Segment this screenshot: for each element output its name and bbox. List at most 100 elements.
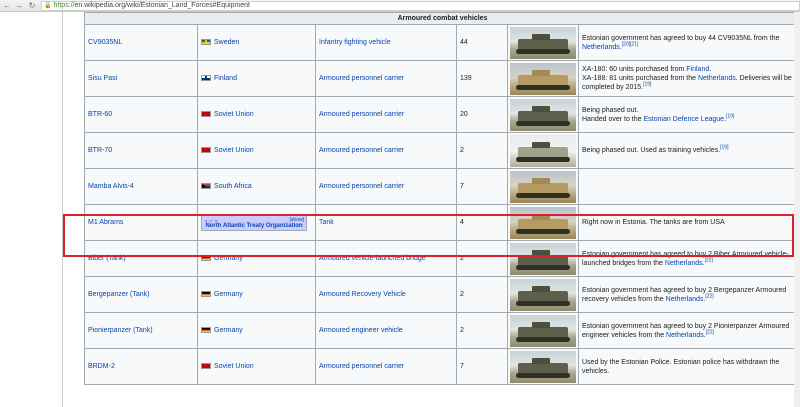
vehicle-type-link[interactable]: Armoured engineer vehicle	[319, 327, 403, 334]
vehicle-name-cell: Pionierpanzer (Tank)	[84, 312, 198, 349]
armoured-vehicles-table: Armoured combat vehicles CV9035NL Sweden I…	[83, 12, 800, 385]
vehicle-type-link[interactable]: Armoured Recovery Vehicle	[319, 291, 406, 298]
vehicle-thumbnail[interactable]	[510, 314, 576, 347]
navbox-title[interactable]: North Atlantic Treaty Organization	[202, 222, 306, 231]
reference-link[interactable]: [22]	[706, 329, 714, 335]
vehicle-name-link[interactable]: M1 Abrams	[88, 219, 123, 226]
reference-link[interactable]: [19]	[726, 113, 734, 119]
origin-country-link[interactable]: Finland	[214, 75, 237, 82]
vehicle-name-cell: CV9035NL	[84, 24, 198, 61]
origin-country-link[interactable]: South Africa	[214, 183, 252, 190]
vehicle-thumbnail[interactable]	[510, 242, 576, 275]
vehicle-type-link[interactable]: Armoured personnel carrier	[319, 183, 404, 190]
note-link[interactable]: Netherlands	[666, 296, 704, 303]
back-arrow-icon[interactable]: ←	[2, 1, 12, 11]
vehicle-thumbnail[interactable]	[510, 350, 576, 383]
note-link[interactable]: Netherlands	[666, 332, 704, 339]
note-line: Being phased out. Used as training vehic…	[582, 145, 797, 155]
origin-country-link[interactable]: Germany	[214, 255, 243, 262]
note-link[interactable]: Netherlands	[665, 260, 703, 267]
vehicle-type-link[interactable]: Armoured vehicle-launched bridge	[319, 255, 426, 262]
notes-cell: Estonian government has agreed to buy 2 …	[577, 276, 800, 313]
vehicle-name-cell: Bergepanzer (Tank)	[84, 276, 198, 313]
vehicle-name-link[interactable]: Biber (Tank)	[88, 255, 126, 262]
vehicle-type-link[interactable]: Armoured personnel carrier	[319, 147, 404, 154]
notes-cell: Estonian government has agreed to buy 44…	[577, 24, 800, 61]
vehicle-name-link[interactable]: BTR-60	[88, 111, 112, 118]
notes-cell: Estonian government has agreed to buy 2 …	[577, 240, 800, 277]
vehicle-type-link[interactable]: Infantry fighting vehicle	[319, 39, 391, 46]
vehicle-name-cell: M1 Abrams	[84, 204, 198, 241]
vehicle-thumbnail[interactable]	[510, 278, 576, 311]
de-flag-icon	[201, 255, 211, 261]
vehicle-name-link[interactable]: BRDM-2	[88, 363, 115, 370]
vehicle-silhouette	[516, 141, 570, 162]
reload-icon[interactable]: ↻	[27, 1, 37, 11]
note-line: Estonian government has agreed to buy 2 …	[582, 250, 797, 268]
note-link[interactable]: Estonian Defence League	[644, 116, 725, 123]
origin-country-link[interactable]: Soviet Union	[214, 363, 254, 370]
vehicle-image-cell	[507, 96, 579, 133]
vehicle-image-cell	[507, 168, 579, 205]
reference-link[interactable]: [19]	[643, 82, 651, 88]
origin-country-link[interactable]: Soviet Union	[214, 147, 254, 154]
notes-cell: Right now in Estonia. The tanks are from…	[577, 204, 800, 241]
reference-link[interactable]: [22]	[705, 257, 713, 263]
vehicle-image-cell	[507, 312, 579, 349]
vehicle-type-link[interactable]: Armoured personnel carrier	[319, 111, 404, 118]
table-row: BRDM-2 Soviet Union Armoured personnel car…	[84, 348, 800, 385]
quantity-cell: 44	[456, 24, 508, 61]
quantity-value: 2	[460, 255, 464, 262]
vehicle-name-link[interactable]: Mamba Alvis-4	[88, 183, 134, 190]
vehicle-thumbnail[interactable]	[510, 26, 576, 59]
reference-link[interactable]: [19]	[720, 145, 728, 151]
origin-country-link[interactable]: Germany	[214, 291, 243, 298]
vehicle-name-link[interactable]: Pionierpanzer (Tank)	[88, 327, 153, 334]
note-line: Estonian government has agreed to buy 2 …	[582, 286, 797, 304]
quantity-cell: 4	[456, 204, 508, 241]
notes-cell: Used by the Estonian Police. Estonian po…	[577, 348, 800, 385]
vehicle-thumbnail[interactable]	[510, 62, 576, 95]
vehicle-type-cell: Tank	[315, 204, 457, 241]
vehicle-image-cell	[507, 276, 579, 313]
reference-link[interactable]: [22]	[705, 293, 713, 299]
vehicle-type-link[interactable]: Tank	[319, 219, 334, 226]
quantity-cell: 20	[456, 96, 508, 133]
vehicle-name-link[interactable]: CV9035NL	[88, 39, 122, 46]
vehicle-type-link[interactable]: Armoured personnel carrier	[319, 75, 404, 82]
note-text: Used by the Estonian Police. Estonian po…	[582, 358, 780, 375]
url-path: en.wikipedia.org/wiki/Estonian_Land_Forc…	[74, 2, 251, 9]
quantity-value: 2	[460, 327, 464, 334]
note-link[interactable]: Netherlands	[698, 75, 736, 82]
quantity-cell: 2	[456, 276, 508, 313]
note-text: XA-180: 60 units purchased from	[582, 66, 687, 73]
nato-navbox[interactable]: v · t · e [show] North Atlantic Treaty Org…	[201, 214, 307, 231]
reference-link[interactable]: [20][21]	[622, 41, 639, 47]
address-bar[interactable]: 🔒 https://en.wikipedia.org/wiki/Estonian_…	[41, 1, 800, 11]
vehicle-silhouette	[516, 69, 570, 90]
vehicle-type-link[interactable]: Armoured personnel carrier	[319, 363, 404, 370]
vehicle-thumbnail[interactable]	[510, 170, 576, 203]
vehicle-thumbnail[interactable]	[510, 134, 576, 167]
vehicle-type-cell: Armoured personnel carrier	[315, 168, 457, 205]
origin-country-link[interactable]: Sweden	[214, 39, 239, 46]
vehicle-name-link[interactable]: BTR-70	[88, 147, 112, 154]
origin-country-link[interactable]: Soviet Union	[214, 111, 254, 118]
vehicle-image-cell	[507, 204, 579, 241]
note-link[interactable]: Netherlands	[582, 44, 620, 51]
vehicle-thumbnail[interactable]	[510, 98, 576, 131]
vehicle-image-cell	[507, 60, 579, 97]
vehicle-name-link[interactable]: Sisu Pasi	[88, 75, 117, 82]
note-link[interactable]: Finland	[686, 66, 709, 73]
vehicle-image-cell	[507, 132, 579, 169]
vehicle-name-link[interactable]: Bergepanzer (Tank)	[88, 291, 149, 298]
forward-arrow-icon[interactable]: →	[14, 1, 24, 11]
notes-cell: Estonian government has agreed to buy 2 …	[577, 312, 800, 349]
quantity-value: 7	[460, 363, 464, 370]
scrollbar[interactable]	[794, 12, 800, 407]
vehicle-silhouette	[516, 213, 570, 234]
origin-country-link[interactable]: Germany	[214, 327, 243, 334]
se-flag-icon	[201, 39, 211, 45]
note-line: Estonian government has agreed to buy 2 …	[582, 322, 797, 340]
vehicle-thumbnail[interactable]	[510, 206, 576, 239]
